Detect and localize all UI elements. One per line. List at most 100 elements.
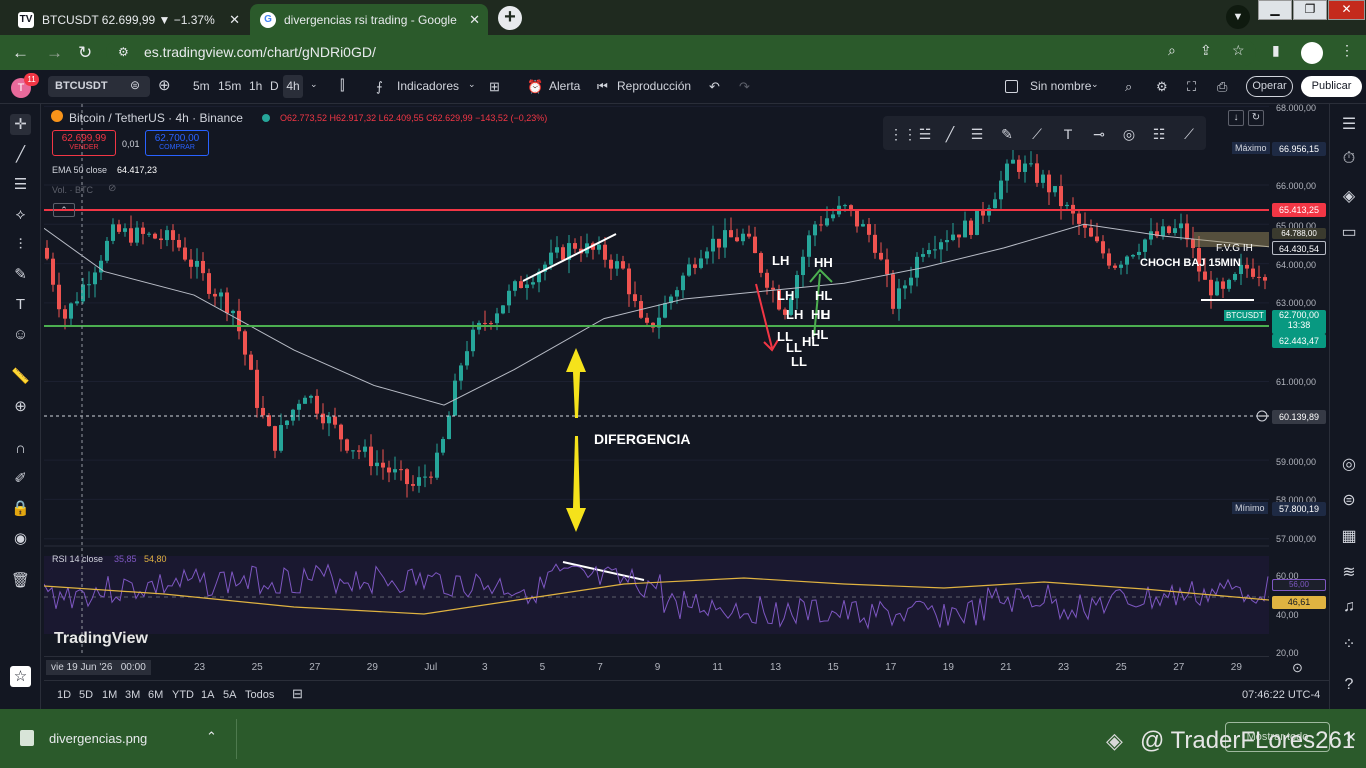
site-info-icon[interactable]: ⚙ [118,39,129,66]
candle-type-icon[interactable]: ⫿ [340,77,344,94]
add-symbol-icon[interactable]: ⊕ [158,76,171,94]
camera-icon[interactable]: ⎙ [1217,79,1227,95]
new-tab-button[interactable]: + [498,6,522,30]
range-1a[interactable]: 1A [201,689,214,701]
indicators-button[interactable]: Indicadores [397,79,459,93]
layout-name[interactable]: Sin nombre [1030,79,1091,93]
interval-15m[interactable]: 15m [218,79,241,93]
zoom-icon[interactable]: ⊕ [10,396,31,417]
trendline-icon[interactable]: ╱ [938,122,962,146]
fib-retracement-icon[interactable]: ☰ [965,122,989,146]
brush-icon[interactable]: ✎ [995,122,1019,146]
tab-tradingview[interactable]: TV BTCUSDT 62.699,99 ▼ −1.37% Si ✕ [8,4,248,35]
pencil-lock-icon[interactable]: ✐ [10,468,31,489]
horizontal-ray-icon[interactable]: ☱ [913,122,937,146]
fullscreen-icon[interactable]: ⛶ [1187,79,1196,95]
fib-icon[interactable]: ☰ [10,174,31,195]
brush-icon[interactable]: ✎ [10,264,31,285]
text-icon[interactable]: T [10,294,31,315]
calendar-icon[interactable]: ▦ [1338,526,1360,546]
time-settings-icon[interactable]: ⊙ [1292,660,1303,676]
range-6m[interactable]: 6M [148,689,163,701]
range-5d[interactable]: 5D [79,689,93,701]
interval-d[interactable]: D [270,79,279,93]
range-1m[interactable]: 1M [102,689,117,701]
back-arrow-icon[interactable]: ← [12,43,29,63]
watchlist-icon[interactable]: ☰ [1338,114,1360,134]
replay-button[interactable]: Reproducción [617,79,691,93]
pattern-icon[interactable]: ⟡ [10,204,31,225]
minimize-button[interactable]: ▁ [1258,0,1292,20]
close-icon[interactable]: ✕ [229,12,240,28]
time-scale[interactable]: vie 19 Jun '26 00:00 23 25 27 29 Jul 3 5 7 9 11 13… [44,656,1303,678]
ideas-icon[interactable]: ⊜ [1338,490,1360,510]
interval-1h[interactable]: 1h [249,79,262,93]
circle-icon[interactable]: ◎ [1117,122,1141,146]
redo-icon[interactable]: ↷ [739,79,750,95]
chat-icon[interactable]: ▭ [1338,222,1360,242]
sell-button[interactable]: 62.699,99 VENDER [52,130,116,156]
scroll-down-icon[interactable]: ↓ [1228,110,1244,126]
drag-handle-icon[interactable]: ⋮⋮ [889,122,917,146]
settings-gear-icon[interactable]: ⚙ [1156,79,1168,95]
tab-google[interactable]: G divergencias rsi trading - Google ✕ [250,4,488,35]
buy-button[interactable]: 62.700,00 COMPRAR [145,130,209,156]
compare-icon[interactable]: ⊜ [130,78,140,92]
go-to-date-icon[interactable]: ⊟ [292,686,303,702]
text-tool-icon[interactable]: T [1056,122,1080,146]
forward-arrow-icon[interactable]: → [46,43,63,63]
interval-4h-active[interactable]: 4h [283,75,303,98]
indicators-icon[interactable]: ⨍ [376,79,383,95]
chart-symbol-title[interactable]: Bitcoin / TetherUS · 4h · Binance [69,111,243,125]
eye-icon[interactable]: ◉ [10,528,31,549]
lock-icon[interactable]: 🔒 [10,498,31,519]
range-all[interactable]: Todos [245,689,274,701]
url-input[interactable]: ⚙ es.tradingview.com/chart/gNDRi0GD/ [106,39,1256,66]
bell-icon[interactable]: ♫ [1338,598,1360,616]
stream-icon[interactable]: ≋ [1338,562,1360,582]
alerts-clock-icon[interactable]: ⏱ [1338,150,1360,168]
chevron-up-icon[interactable]: ⌃ [206,729,217,745]
search-icon[interactable]: ⌕ [1168,42,1176,59]
window-close-button[interactable]: ✕ [1328,0,1365,20]
range-ytd[interactable]: YTD [172,689,194,701]
templates-icon[interactable]: ⊞ [489,79,500,95]
clock-label[interactable]: 07:46:22 UTC-4 [1242,689,1320,701]
more-menu-icon[interactable]: ⋮ [1340,42,1354,59]
maximize-button[interactable]: ❐ [1293,0,1327,20]
levels-icon[interactable]: ☷ [1147,122,1171,146]
rsi-legend-label[interactable]: RSI 14 close [52,554,103,564]
volume-legend-label[interactable]: Vol. · BTC [52,185,93,195]
hidden-eye-icon[interactable]: ⊘ [108,183,116,194]
alert-button[interactable]: Alerta [549,79,580,93]
undo-icon[interactable]: ↶ [709,79,720,95]
reload-icon[interactable]: ↻ [78,43,92,63]
chevron-down-icon[interactable]: ⌄ [1091,79,1099,90]
sidebar-icon[interactable]: ▮ [1272,42,1280,59]
path-icon[interactable]: ⟋ [1025,122,1049,146]
range-5a[interactable]: 5A [223,689,236,701]
layers-icon[interactable]: ◈ [1338,186,1360,206]
trendline-icon[interactable]: ╱ [10,144,31,165]
price-scale[interactable]: 68.000,00 66.000,00 65.000,00 64.000,00 … [1224,103,1328,658]
chart-pane[interactable]: Bitcoin / TetherUS · 4h · Binance O62.77… [44,104,1269,656]
share-icon[interactable]: ⇪ [1200,42,1212,59]
chevron-down-icon[interactable]: ⌄ [468,79,476,90]
magnet-icon[interactable]: ∩ [10,438,31,459]
range-3m[interactable]: 3M [125,689,140,701]
layout-checkbox[interactable] [1005,80,1018,93]
apps-grid-icon[interactable]: ⁘ [1338,634,1360,654]
quick-search-icon[interactable]: ⌕ [1125,79,1132,95]
replay-icon[interactable]: ⏮ [597,79,608,94]
measure-icon[interactable]: ⟋ [1177,122,1201,146]
tab-search-chevron-icon[interactable]: ▼ [1226,5,1250,29]
ema-legend-label[interactable]: EMA 50 close [52,165,107,175]
help-icon[interactable]: ? [1338,676,1360,694]
crosshair-icon[interactable]: ✛ [10,114,31,135]
target-icon[interactable]: ◎ [1338,454,1360,474]
horizontal-line-icon[interactable]: ⊸ [1087,122,1111,146]
publish-button[interactable]: Publicar [1301,76,1362,97]
trash-icon[interactable]: 🗑 [10,570,31,591]
symbol-search[interactable]: BTCUSDT ⊜ [48,76,150,97]
refresh-icon[interactable]: ↻ [1248,110,1264,126]
